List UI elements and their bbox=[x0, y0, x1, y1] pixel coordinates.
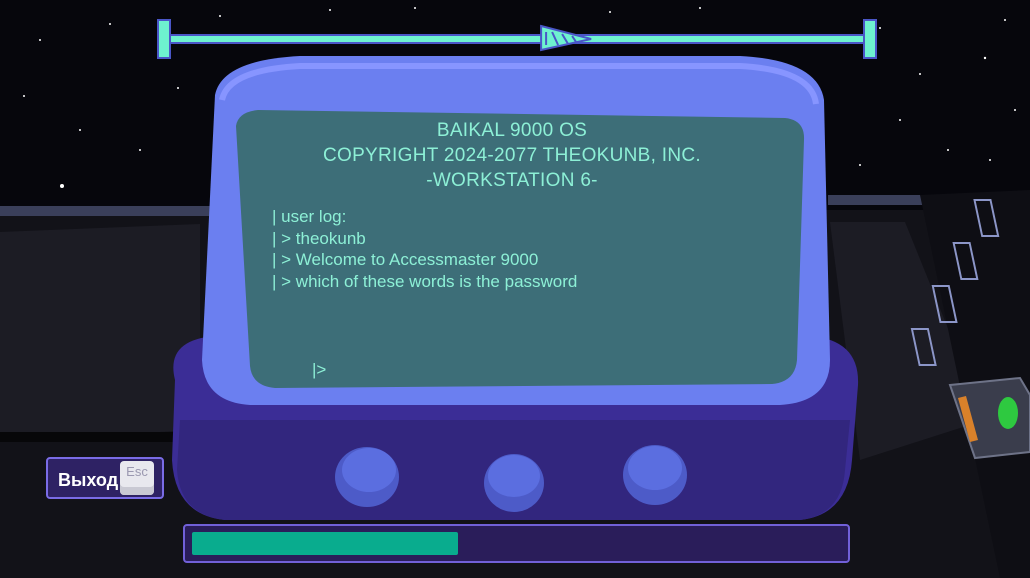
top-slider[interactable] bbox=[157, 19, 877, 59]
floor-edge bbox=[0, 432, 200, 442]
log-line: | > Welcome to Accessmaster 9000 bbox=[272, 250, 539, 269]
user-log: | user log: | > theokunb | > Welcome to … bbox=[272, 206, 577, 292]
exit-label: Выход bbox=[58, 470, 119, 490]
os-title: BAIKAL 9000 OS bbox=[436, 120, 588, 141]
log-line: | > theokunb bbox=[272, 228, 366, 248]
progress-fill bbox=[192, 532, 458, 555]
esc-key-label: Esc bbox=[126, 464, 148, 479]
terminal-prompt[interactable]: |> bbox=[312, 360, 326, 380]
os-header: BAIKAL 9000 OS COPYRIGHT 2024-2077 THEOK… bbox=[262, 118, 762, 193]
green-button bbox=[998, 397, 1018, 429]
slider-handle[interactable] bbox=[540, 24, 592, 52]
esc-key-icon: Esc bbox=[120, 461, 154, 495]
slider-right-cap bbox=[863, 19, 877, 59]
slider-left-cap bbox=[157, 19, 171, 59]
os-workstation: -WORKSTATION 6- bbox=[426, 170, 598, 191]
floor-edge bbox=[0, 206, 210, 216]
exit-button[interactable]: Выход Esc bbox=[46, 457, 164, 499]
progress-bar bbox=[183, 524, 850, 563]
log-line: | > which of these words is the password bbox=[272, 271, 578, 291]
floor-panel bbox=[0, 224, 200, 440]
monitor-knob bbox=[335, 447, 399, 507]
os-copyright: COPYRIGHT 2024-2077 THEOKUNB, INC. bbox=[322, 145, 701, 166]
slider-track bbox=[161, 34, 875, 44]
monitor-knob bbox=[484, 454, 544, 512]
log-line: | user log: bbox=[272, 207, 347, 226]
monitor-knob bbox=[623, 445, 687, 505]
